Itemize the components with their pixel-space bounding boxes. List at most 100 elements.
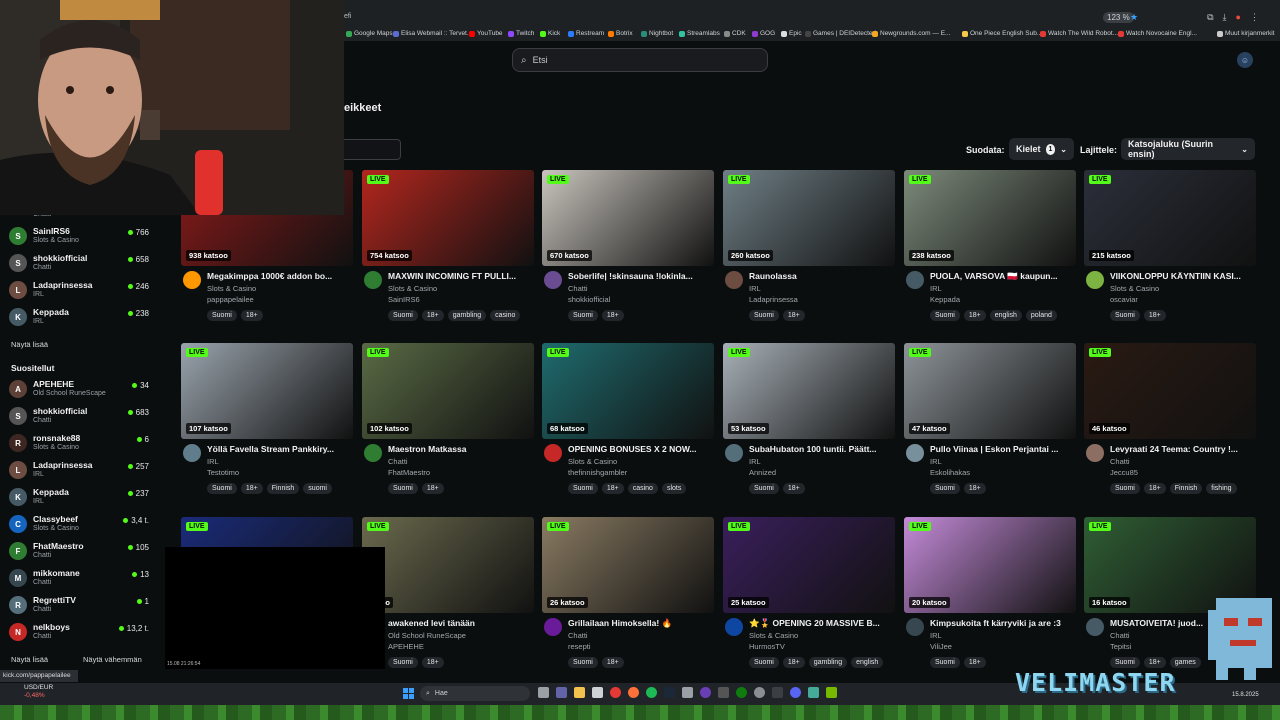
tag[interactable]: Suomi (568, 657, 598, 668)
channel-name[interactable]: oscaviar (1110, 295, 1138, 304)
sidebar-channel-item[interactable]: C Classybeef Slots & Casino 3,4 t. (9, 512, 149, 536)
app-icon[interactable] (682, 687, 693, 698)
channel-name[interactable]: APEHEHE (388, 642, 424, 651)
channel-name[interactable]: Testotimo (207, 468, 239, 477)
stream-category[interactable]: Chatti (1110, 457, 1130, 466)
address-fragment[interactable]: efi (344, 13, 351, 20)
channel-name[interactable]: Annized (749, 468, 776, 477)
avatar[interactable] (1086, 618, 1104, 636)
stream-category[interactable]: Chatti (568, 631, 588, 640)
stream-category[interactable]: IRL (207, 457, 219, 466)
bookmark-item[interactable]: CDK (724, 30, 746, 37)
bookmark-item[interactable]: Watch Novocaine Engl... (1118, 30, 1197, 37)
bookmark-item[interactable]: Google Maps (346, 30, 393, 37)
channel-name[interactable]: FhatMaestro (388, 468, 430, 477)
avatar[interactable] (364, 444, 382, 462)
stream-thumbnail[interactable]: LIVE 260 katsoo (723, 170, 895, 266)
stream-title[interactable]: Soberlife| !skinsauna !lokinla... (568, 271, 714, 281)
bookmark-item[interactable]: Restream (568, 30, 604, 37)
stream-card[interactable]: LIVE 47 katsoo Pullo Viinaa | Eskon Perjan… (904, 343, 1076, 503)
channel-name[interactable]: resepti (568, 642, 591, 651)
stream-category[interactable]: Slots & Casino (1110, 284, 1159, 293)
tag[interactable]: Suomi (568, 310, 598, 321)
avatar[interactable] (725, 618, 743, 636)
sidebar-channel-item[interactable]: Mmikkomane Chatti 13 (9, 566, 149, 590)
stream-thumbnail[interactable]: LIVE 754 katsoo (362, 170, 534, 266)
tag[interactable]: Suomi (749, 657, 779, 668)
avatar[interactable] (906, 444, 924, 462)
stream-category[interactable]: Chatti (568, 284, 588, 293)
bookmark-item[interactable]: Botrix (608, 30, 633, 37)
stream-thumbnail[interactable]: LIVE 68 katsoo (542, 343, 714, 439)
app-icon[interactable] (808, 687, 819, 698)
sidebar-channel-item[interactable]: K Keppada IRL 237 (9, 485, 149, 509)
tag[interactable]: fishing (1206, 483, 1237, 494)
stream-category[interactable]: Chatti (1110, 631, 1130, 640)
tag[interactable]: 18+ (963, 657, 986, 668)
bookmark-item[interactable]: Kick (540, 30, 560, 37)
bookmark-item[interactable]: Epic (781, 30, 802, 37)
tag[interactable]: Suomi (1110, 657, 1140, 668)
tag[interactable]: 18+ (421, 483, 444, 494)
bookmark-item[interactable]: Streamlabs (679, 30, 720, 37)
bookmark-item[interactable]: GOG (752, 30, 775, 37)
star-icon[interactable]: ★ (1130, 12, 1138, 23)
stream-card[interactable]: LIVE 260 katsoo Raunolassa IRL Ladaprinsessa… (723, 170, 895, 330)
stream-category[interactable]: Old School RuneScape (388, 631, 466, 640)
avatar[interactable] (1086, 271, 1104, 289)
xbox-icon[interactable] (736, 687, 747, 698)
sidebar-channel-item[interactable]: L Ladaprinsessa IRL 246 (9, 278, 149, 302)
profile-icon[interactable]: ● (1236, 12, 1241, 23)
bookmark-item[interactable]: One Piece English Sub... (962, 30, 1042, 37)
tag[interactable]: Finnish (266, 483, 300, 494)
app-icon[interactable] (772, 687, 783, 698)
avatar[interactable] (725, 444, 743, 462)
stream-title[interactable]: Pullo Viinaa | Eskon Perjantai ... (930, 444, 1076, 454)
stream-card[interactable]: LIVE 26 katsoo Grillailaan Himoksella! 🔥 Ch… (542, 517, 714, 677)
calculator-icon[interactable] (718, 687, 729, 698)
stream-category[interactable]: Slots & Casino (568, 457, 617, 466)
show-less-link[interactable]: Näytä vähemmän (83, 655, 142, 664)
tag[interactable]: 18+ (421, 310, 444, 321)
channel-name[interactable]: thefinnishgambler (568, 468, 627, 477)
teams-icon[interactable] (556, 687, 567, 698)
tag[interactable]: 18+ (601, 657, 624, 668)
tag[interactable]: Suomi (749, 483, 779, 494)
stream-category[interactable]: IRL (930, 631, 942, 640)
tag[interactable]: Suomi (388, 310, 418, 321)
stream-title[interactable]: SubaHubaton 100 tuntii. Päätt... (749, 444, 895, 454)
channel-name[interactable]: Jeccu85 (1110, 468, 1138, 477)
sidebar-channel-item[interactable]: S SainIRS6 Slots & Casino 766 (9, 224, 149, 248)
bookmark-item[interactable]: Watch The Wild Robot... (1040, 30, 1118, 37)
sidebar-channel-item[interactable]: Sshokkiofficial Chatti 683 (9, 404, 149, 428)
stream-card[interactable]: LIVE 754 katsoo MAXWIN INCOMING FT PULLI..… (362, 170, 534, 330)
sidebar-channel-item[interactable]: L Ladaprinsessa IRL 257 (9, 458, 149, 482)
stream-card[interactable]: LIVE 238 katsoo PUOLA, VARSOVA 🇵🇱 kaupun..… (904, 170, 1076, 330)
windows-start-icon[interactable] (403, 688, 414, 699)
sidebar-channel-item[interactable]: F FhatMaestro Chatti 105 (9, 539, 149, 563)
avatar[interactable] (544, 271, 562, 289)
user-avatar[interactable]: ☺ (1237, 52, 1253, 68)
stream-title[interactable]: Maestron Matkassa (388, 444, 534, 454)
taskbar-search[interactable]: ⌕ Hae (420, 686, 530, 701)
avatar[interactable] (544, 618, 562, 636)
sidebar-channel-item[interactable]: A APEHEHE Old School RuneScape 34 (9, 377, 149, 401)
ticker[interactable]: USD/EUR -0,48% (6, 684, 53, 700)
stream-thumbnail[interactable]: LIVEatsoo (362, 517, 534, 613)
channel-name[interactable]: Keppada (930, 295, 960, 304)
stream-title[interactable]: Raunolassa (749, 271, 895, 281)
stream-category[interactable]: IRL (930, 284, 942, 293)
stream-title[interactable]: Yöllä Favella Stream Pankkiry... (207, 444, 353, 454)
stream-category[interactable]: IRL (930, 457, 942, 466)
stream-title[interactable]: VIIKONLOPPU KÄYNTIIN KASI... (1110, 271, 1256, 281)
spotify-icon[interactable] (646, 687, 657, 698)
sidebar-channel-item[interactable]: Rronsnake88 Slots & Casino 6 (9, 431, 149, 455)
channel-name[interactable]: shokkiofficial (568, 295, 610, 304)
tag[interactable]: 18+ (1143, 657, 1166, 668)
stream-title[interactable]: MAXWIN INCOMING FT PULLI... (388, 271, 534, 281)
stream-category[interactable]: Slots & Casino (207, 284, 256, 293)
stream-card[interactable]: LIVE 53 katsoo SubaHubaton 100 tuntii. Pää… (723, 343, 895, 503)
sidebar-channel-item[interactable]: Nnelkboys Chatti 13,2 t. (9, 620, 149, 644)
stream-title[interactable]: Kimpsukoita ft kärryviki ja are :3 (930, 618, 1076, 628)
bookmark-item[interactable]: YouTube (469, 30, 503, 37)
